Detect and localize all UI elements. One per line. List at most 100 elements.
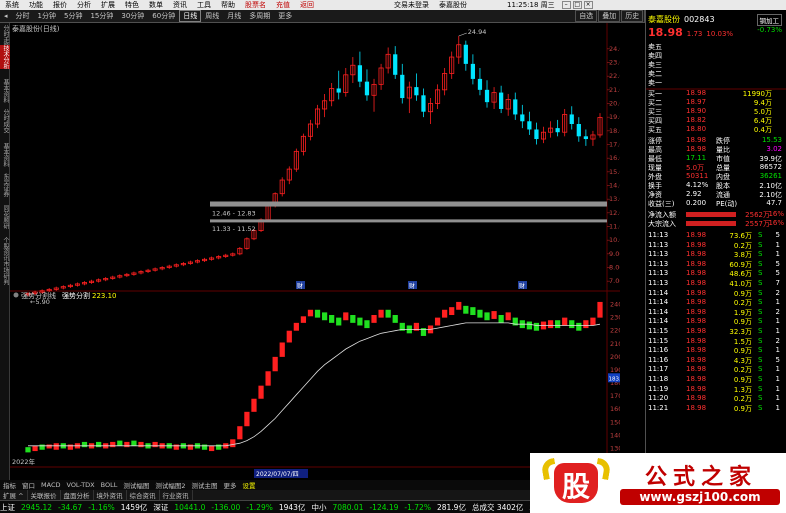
- period-tab[interactable]: 多周期: [245, 10, 274, 22]
- side-tab[interactable]: 基本资料: [0, 79, 10, 103]
- extension-tab[interactable]: 综合资讯: [127, 490, 160, 500]
- tick-side: S: [758, 403, 763, 412]
- menu-item[interactable]: 特色: [120, 0, 144, 10]
- side-tab[interactable]: 分时成交: [0, 109, 10, 133]
- period-tab[interactable]: 60分钟: [148, 10, 179, 22]
- date-year-label: 2022年: [12, 457, 36, 466]
- side-tab[interactable]: 技术分析: [0, 45, 10, 69]
- menu-item[interactable]: 分析: [72, 0, 96, 10]
- period-tab[interactable]: 5分钟: [60, 10, 86, 22]
- tick-price: 18.98: [686, 403, 707, 412]
- stat-label: 收益(三): [648, 200, 675, 208]
- sector-button[interactable]: 钢加工: [756, 14, 782, 26]
- indicator-title[interactable]: 强势分割线: [21, 291, 56, 300]
- menu-item-red[interactable]: 充值: [271, 0, 295, 10]
- index-name[interactable]: 中小: [311, 502, 326, 513]
- flow-bar: [686, 221, 736, 226]
- tick-volume: 1.3万: [733, 385, 752, 394]
- index-name[interactable]: 上证: [0, 502, 15, 513]
- tick-row: 11:13 18.98 48.6万 S 5: [648, 269, 784, 278]
- index-name[interactable]: 深证: [153, 502, 168, 513]
- side-tab[interactable]: 个股资讯: [0, 237, 10, 261]
- tick-row: 11:19 18.98 1.3万 S 1: [648, 385, 784, 394]
- menu-item[interactable]: 资讯: [168, 0, 192, 10]
- extension-tab[interactable]: 境外资讯: [94, 490, 127, 500]
- side-tab[interactable]: 市场研判: [0, 261, 10, 285]
- indicator-settings-icon[interactable]: [13, 292, 19, 298]
- menu-item-red[interactable]: 返回: [295, 0, 319, 10]
- tick-count: 1: [775, 394, 780, 403]
- index-turnover: 281.9亿: [436, 502, 466, 512]
- indicator-tab[interactable]: 测试幅图: [120, 480, 152, 490]
- toolbar-button[interactable]: 历史: [621, 10, 644, 22]
- extension-tab[interactable]: 关联报价: [28, 490, 61, 500]
- price-tick: 8.00: [609, 264, 620, 272]
- indicator-tab[interactable]: 测试幅图2: [152, 480, 188, 490]
- indicator-tab[interactable]: 窗口: [19, 480, 38, 490]
- extension-tab[interactable]: 扩展 ^: [0, 490, 28, 500]
- period-tab[interactable]: 周线: [201, 10, 223, 22]
- price-tick: 22.00: [609, 72, 620, 80]
- menu-item[interactable]: 报价: [48, 0, 72, 10]
- tick-time: 11:13: [648, 259, 669, 268]
- tick-count: 2: [775, 288, 780, 297]
- login-status[interactable]: 交易未登录: [389, 0, 434, 10]
- flow-row: 大宗流入 2557万 16%: [648, 219, 784, 228]
- menu-item-red[interactable]: 股票名: [240, 0, 271, 10]
- ask-row: 卖四: [648, 51, 784, 60]
- tick-time: 11:14: [648, 298, 669, 307]
- period-tab[interactable]: 日线: [179, 10, 202, 22]
- side-tab[interactable]: 东吴证券: [0, 173, 10, 197]
- side-tab[interactable]: 基本资料: [0, 143, 10, 167]
- menu-item[interactable]: 数单: [144, 0, 168, 10]
- extension-tab[interactable]: 盘面分析: [61, 490, 94, 500]
- maximize-icon[interactable]: □: [572, 1, 582, 9]
- period-tab[interactable]: 15分钟: [86, 10, 117, 22]
- toolbar-button[interactable]: 自选: [575, 10, 598, 22]
- indicator-block: [533, 322, 540, 331]
- side-tab[interactable]: 同花顺研: [0, 205, 10, 229]
- menu-item[interactable]: 帮助: [216, 0, 240, 10]
- menu-item[interactable]: 功能: [24, 0, 48, 10]
- indicator-block: [470, 307, 476, 316]
- ask-label: 卖一: [648, 79, 662, 87]
- minimize-icon[interactable]: –: [561, 1, 571, 9]
- bid-row[interactable]: 买四 18.82 6.4万: [648, 116, 784, 125]
- menu-item[interactable]: 工具: [192, 0, 216, 10]
- index-value: 7080.01: [332, 502, 364, 512]
- tick-time: 11:14: [648, 317, 669, 326]
- tick-side: S: [758, 394, 763, 403]
- period-tab[interactable]: 分时: [12, 10, 34, 22]
- watermark-url-text[interactable]: www.gszj100.com: [620, 489, 780, 505]
- indicator-tab[interactable]: VOL-TDX: [63, 481, 97, 489]
- tick-side: S: [758, 336, 763, 345]
- period-tab[interactable]: 月线: [223, 10, 245, 22]
- menu-item[interactable]: 扩展: [96, 0, 120, 10]
- chart-bg: [10, 23, 620, 478]
- tick-row: 11:17 18.98 0.2万 S 1: [648, 365, 784, 374]
- indicator-tab[interactable]: 设置: [239, 480, 258, 490]
- indicator-tab[interactable]: 测试主图: [188, 480, 220, 490]
- kline-chart[interactable]: 泰嘉股份(日线) 24.00 23.00 22.00 21.00 20.00 19.00 18…: [10, 23, 620, 478]
- close-icon[interactable]: ×: [583, 1, 593, 9]
- period-tab[interactable]: 30分钟: [117, 10, 148, 22]
- bid-row[interactable]: 买一 18.98 11990万: [648, 89, 784, 98]
- indicator-tab[interactable]: 指标: [0, 480, 19, 490]
- stat-row: 涨停 18.98 跌停 15.53: [648, 136, 784, 145]
- indicator-tab[interactable]: 更多: [220, 480, 239, 490]
- menu-item[interactable]: 系统: [0, 0, 24, 10]
- indicator-tab[interactable]: BOLL: [98, 481, 121, 489]
- extension-tab[interactable]: 行业资讯: [160, 490, 193, 500]
- period-tab[interactable]: 1分钟: [34, 10, 60, 22]
- indicator-tick: 220.0: [610, 327, 620, 335]
- flow-pct: 16%: [768, 210, 784, 218]
- bid-row[interactable]: 买五 18.80 0.4万: [648, 125, 784, 134]
- indicator-tab[interactable]: MACD: [38, 481, 63, 489]
- bid-row[interactable]: 买三 18.90 5.0万: [648, 107, 784, 116]
- price-tick: 11.00: [609, 223, 620, 231]
- toolbar-button[interactable]: 叠加: [598, 10, 621, 22]
- bid-row[interactable]: 买二 18.97 9.4万: [648, 98, 784, 107]
- candle-body: [357, 65, 363, 82]
- back-icon[interactable]: ◂: [0, 11, 12, 21]
- period-tab[interactable]: 更多: [274, 10, 296, 22]
